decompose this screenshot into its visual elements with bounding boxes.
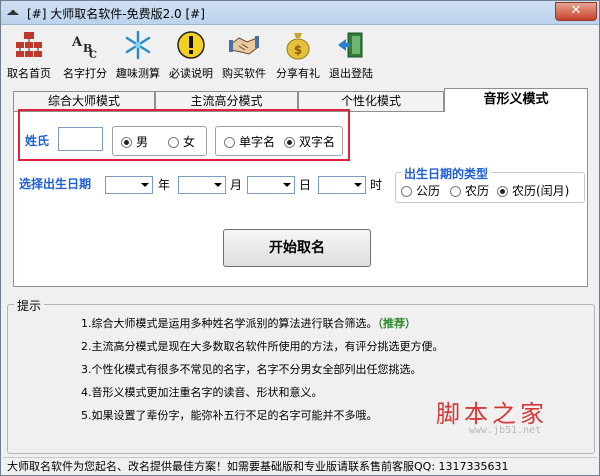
surname-input[interactable] [58,127,103,151]
calendar-radio-lunar-leap[interactable]: 农历(闰月) [497,183,569,199]
gender-radio-female[interactable]: 女 [168,134,195,150]
warning-icon [177,31,205,59]
watermark-url: www.jb51.net [469,425,542,436]
toolbar-buy-button[interactable]: 购买软件 [218,28,270,82]
hint-item: 4.音形义模式更加注重名字的读音、形状和意义。 [81,386,323,399]
birth-date-label: 选择出生日期 [19,177,92,191]
tab-mainstream-high-score[interactable]: 主流高分模式 [155,91,298,111]
toolbar-home-button[interactable]: 取名首页 [3,28,55,82]
month-select[interactable] [178,176,226,194]
chevron-down-icon [141,183,149,187]
abc-score-icon: A B C [71,35,97,60]
radio-selected-icon [121,137,132,148]
year-select[interactable] [105,176,153,194]
year-unit: 年 [158,178,171,192]
calendar-radio-lunar[interactable]: 农历 [450,183,489,199]
start-naming-button[interactable]: 开始取名 [223,229,371,267]
app-window: [#] 大师取名软件-免费版2.0 [#] ✕ 取名首页 A B C 名字打分 … [0,0,600,476]
day-unit: 日 [299,178,312,192]
toolbar-label: 趣味测算 [116,67,160,80]
gender-group: 男 女 [112,126,207,156]
toolbar-label: 必读说明 [169,67,213,80]
toolbar-label: 购买软件 [222,67,266,80]
name-length-group: 单字名 双字名 [215,126,343,156]
recommend-badge: （推荐） [377,317,417,330]
toolbar-logout-button[interactable]: 退出登陆 [325,28,377,82]
svg-text:$: $ [294,43,302,57]
svg-text:A: A [71,35,83,50]
toolbar-label: 取名首页 [7,67,51,80]
radio-selected-icon [284,137,295,148]
name-length-radio-double[interactable]: 双字名 [284,134,335,150]
hour-select[interactable] [318,176,366,194]
hint-item: 2.主流高分模式是现在大多数取名软件所使用的方法，有评分挑选更方便。 [81,340,444,353]
toolbar-label: 退出登陆 [329,67,373,80]
gender-radio-male[interactable]: 男 [121,134,148,150]
month-unit: 月 [230,178,243,192]
radio-empty-icon [450,186,461,197]
home-grid-icon [16,32,42,57]
hour-unit: 时 [370,178,383,192]
toolbar-label: 分享有礼 [276,67,320,80]
chevron-down-icon [283,183,291,187]
chevron-down-icon [354,183,362,187]
hint-item: 5.如果设置了辈份字，能弥补五行不足的名字可能并不多哦。 [81,409,378,422]
radio-empty-icon [401,186,412,197]
toolbar-fun-button[interactable]: 趣味测算 [112,28,164,82]
tab-sound-shape-meaning[interactable]: 音形义模式 [444,88,588,112]
radio-selected-icon [497,186,508,197]
calendar-type-legend: 出生日期的类型 [401,165,492,182]
radio-empty-icon [224,137,235,148]
hint-item: 3.个性化模式有很多不常见的名字，名字不分男女全部列出任您挑选。 [81,363,422,376]
status-bar: 大师取名软件为您起名、改名提供最佳方案！如需要基础版和专业版请联系售前客服QQ:… [3,457,597,475]
handshake-icon [229,36,259,55]
close-button[interactable]: ✕ [555,2,597,21]
name-length-radio-single[interactable]: 单字名 [224,134,275,150]
toolbar-label: 名字打分 [63,67,107,80]
calendar-radio-solar[interactable]: 公历 [401,183,440,199]
day-select[interactable] [247,176,295,194]
toolbar-score-button[interactable]: A B C 名字打分 [59,28,111,82]
tab-comprehensive-master[interactable]: 综合大师模式 [13,91,155,111]
toolbar-share-button[interactable]: $ 分享有礼 [272,28,324,82]
snowflake-icon [125,30,151,60]
watermark-text: 脚本之家 [436,400,548,428]
radio-empty-icon [168,137,179,148]
toolbar-readme-button[interactable]: 必读说明 [165,28,217,82]
surname-label: 姓氏 [25,134,50,148]
hints-legend: 提示 [14,297,45,314]
tab-personalized[interactable]: 个性化模式 [298,91,444,111]
window-title: [#] 大师取名软件-免费版2.0 [#] [27,7,205,21]
title-bar[interactable]: [#] 大师取名软件-免费版2.0 [#] ✕ [1,1,599,25]
money-bag-icon: $ [286,33,310,60]
chevron-down-icon [214,183,222,187]
hint-item: 1.综合大师模式是运用多种姓名学派别的算法进行联合筛选。（推荐） [81,317,417,330]
app-icon [7,10,19,15]
toolbar: 取名首页 A B C 名字打分 趣味测算 必读说明 购买软件 $ 分享有礼 退出… [3,28,599,82]
svg-text:C: C [89,50,97,60]
exit-door-icon [338,32,363,58]
